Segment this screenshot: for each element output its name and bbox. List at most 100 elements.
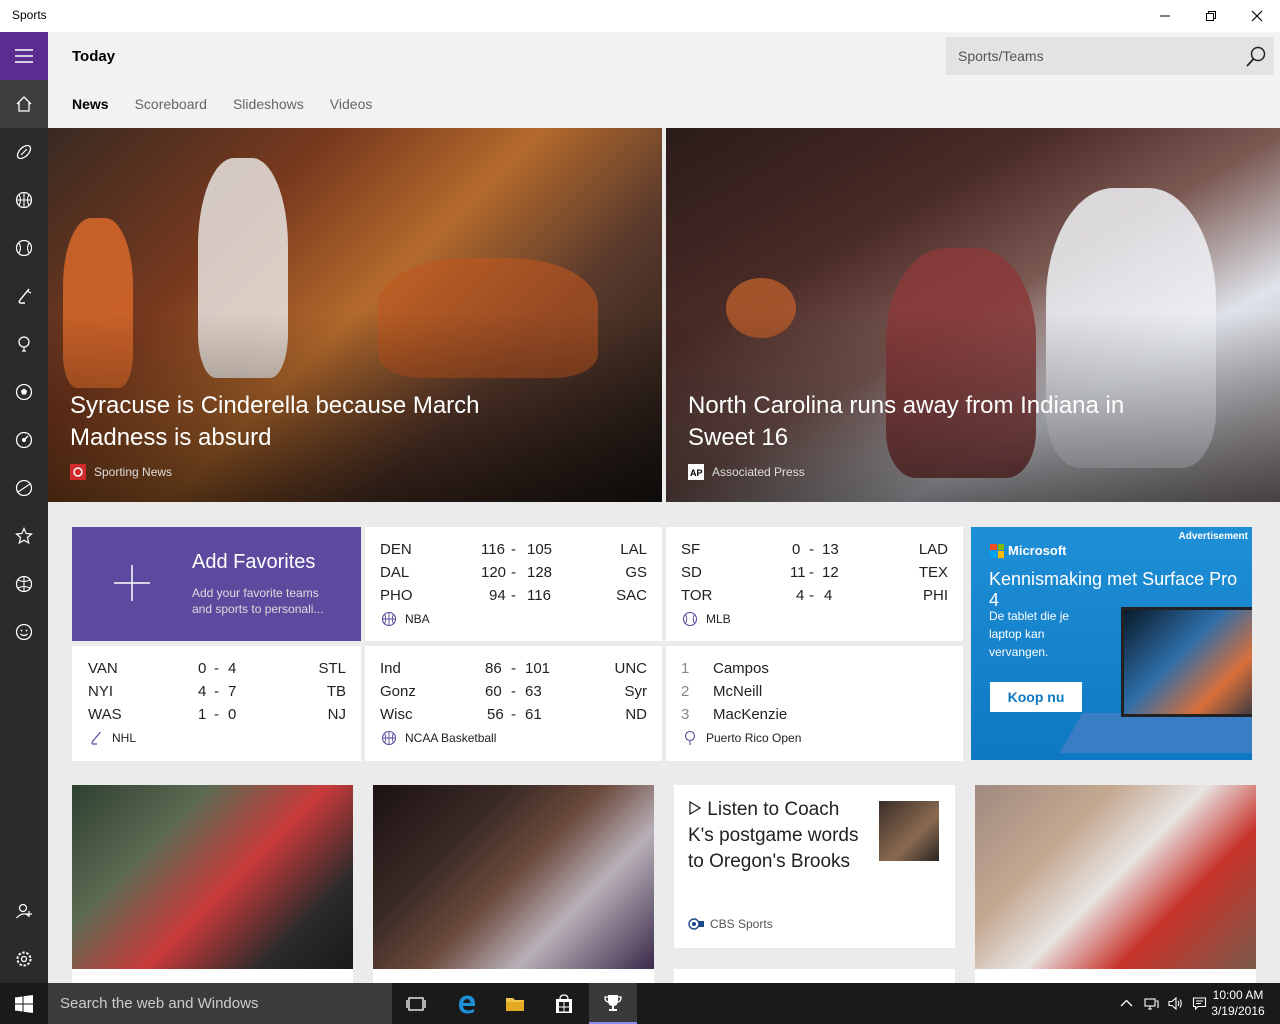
restore-button[interactable] <box>1188 0 1234 32</box>
video-source: CBS Sports <box>688 917 773 931</box>
svg-text:AP: AP <box>690 468 703 478</box>
nav-basketball[interactable] <box>0 176 48 224</box>
microsoft-logo: Microsoft <box>990 543 1067 558</box>
menu-button[interactable] <box>0 32 48 80</box>
hero-story-2[interactable]: North Carolina runs away from Indiana in… <box>666 128 1280 502</box>
basketball-icon <box>15 191 33 209</box>
clock-date: 3/19/2016 <box>1211 1004 1265 1018</box>
close-button[interactable] <box>1234 0 1280 32</box>
score-row: PHO 94 - 116 SAC <box>380 587 647 604</box>
hockey-icon <box>18 288 32 304</box>
file-explorer-button[interactable] <box>491 983 539 1024</box>
tab-scoreboard[interactable]: Scoreboard <box>135 96 207 112</box>
nav-racing[interactable] <box>0 416 48 464</box>
baseball-icon <box>15 239 33 257</box>
ad-cta-button[interactable]: Koop nu <box>990 682 1082 712</box>
add-favorites-tile[interactable]: Add Favorites Add your favorite teams an… <box>72 527 361 641</box>
system-clock[interactable]: 10:00 AM 3/19/2016 <box>1206 987 1270 1019</box>
nba-scores-tile[interactable]: DEN 116 - 105 LAL DAL 120 - 128 GS PHO 9… <box>365 527 662 641</box>
menu-icon <box>15 49 33 63</box>
video-story-card[interactable]: Listen to Coach K's postgame words to Or… <box>674 785 955 948</box>
nav-account[interactable] <box>0 887 48 935</box>
score-row: SF 0 - 13 LAD <box>681 541 948 558</box>
golf-icon <box>684 730 696 745</box>
add-favorites-title: Add Favorites <box>192 551 316 573</box>
story-card-1[interactable] <box>72 785 353 983</box>
story-4-image <box>975 785 1256 969</box>
mlb-scores-tile[interactable]: SF 0 - 13 LAD SD 11 - 12 TEX TOR 4 - 4 P… <box>666 527 963 641</box>
story-card-partial[interactable] <box>674 969 955 983</box>
ad-keyboard-image <box>1059 713 1252 753</box>
microsoft-logo-icon <box>990 543 1004 558</box>
page-header: Today News Scoreboard Slideshows Videos <box>48 32 1280 128</box>
tab-videos[interactable]: Videos <box>330 96 373 112</box>
nav-fantasy[interactable] <box>0 608 48 656</box>
settings-icon <box>16 951 32 967</box>
nav-hockey[interactable] <box>0 272 48 320</box>
nav-college-basketball[interactable] <box>0 560 48 608</box>
tab-slideshows[interactable]: Slideshows <box>233 96 304 112</box>
hero-story-1[interactable]: Syracuse is Cinderella because March Mad… <box>48 128 662 502</box>
nhl-scores-tile[interactable]: VAN 0 - 4 STL NYI 4 - 7 TB WAS 1 - 0 NJ … <box>72 646 361 761</box>
league-label: Puerto Rico Open <box>682 730 801 746</box>
plus-icon <box>114 565 150 601</box>
folder-icon <box>506 997 524 1011</box>
task-view-button[interactable] <box>392 983 440 1024</box>
hero-1-title: Syracuse is Cinderella because March Mad… <box>70 392 480 451</box>
nav-golf[interactable] <box>0 320 48 368</box>
nav-home[interactable] <box>0 80 48 128</box>
associated-press-logo-icon: AP <box>688 464 704 480</box>
tab-news[interactable]: News <box>72 96 109 112</box>
edge-icon <box>459 995 476 1013</box>
nav-settings[interactable] <box>0 935 48 983</box>
minimize-button[interactable] <box>1142 0 1188 32</box>
advertisement-tile[interactable]: Advertisement Microsoft Kennismaking met… <box>971 527 1252 760</box>
nav-football[interactable] <box>0 128 48 176</box>
score-row: SD 11 - 12 TEX <box>681 564 948 581</box>
hero-1-source: Sporting News <box>70 464 172 480</box>
college-basketball-icon <box>15 575 33 593</box>
play-icon <box>689 800 702 816</box>
golf-icon <box>18 336 30 352</box>
hero-2-source: AP Associated Press <box>688 464 805 480</box>
tab-bar: News Scoreboard Slideshows Videos <box>72 96 372 112</box>
ncaa-scores-tile[interactable]: Ind 86 - 101 UNC Gonz 60 - 63 Syr Wisc 5… <box>365 646 662 761</box>
video-thumbnail <box>879 801 939 861</box>
baseball-icon <box>682 611 698 627</box>
league-label: NCAA Basketball <box>381 730 496 746</box>
leader-row: 2 McNeill <box>681 683 763 700</box>
nav-tennis[interactable] <box>0 464 48 512</box>
add-favorites-description: Add your favorite teams and sports to pe… <box>192 586 324 616</box>
edge-button[interactable] <box>443 983 491 1024</box>
college-basketball-icon <box>381 730 397 746</box>
league-label: NHL <box>88 730 136 746</box>
racing-icon <box>15 431 33 449</box>
cbs-sports-logo-icon <box>688 918 704 930</box>
story-card-2[interactable] <box>373 785 654 983</box>
search-input[interactable] <box>946 37 1236 75</box>
nav-rail <box>0 32 48 983</box>
sports-app-button[interactable] <box>589 983 637 1024</box>
search-button[interactable] <box>1244 45 1268 69</box>
ad-brand: Microsoft <box>1008 543 1067 558</box>
story-card-4[interactable] <box>975 785 1256 983</box>
main-content: Today News Scoreboard Slideshows Videos … <box>48 32 1280 983</box>
golf-leaderboard-tile[interactable]: 1 Campos 2 McNeill 3 MacKenzie Puerto Ri… <box>666 646 963 761</box>
show-hidden-icons-button[interactable] <box>1114 983 1138 1024</box>
start-button[interactable] <box>0 983 48 1024</box>
nav-baseball[interactable] <box>0 224 48 272</box>
taskbar-search-input[interactable] <box>48 983 392 1024</box>
score-row: VAN 0 - 4 STL <box>88 660 346 677</box>
nav-favorites[interactable] <box>0 512 48 560</box>
network-icon <box>1143 998 1159 1010</box>
store-button[interactable] <box>540 983 588 1024</box>
volume-button[interactable] <box>1163 983 1187 1024</box>
hero-1-source-name: Sporting News <box>94 465 173 479</box>
leader-row: 1 Campos <box>681 660 769 677</box>
nav-soccer[interactable] <box>0 368 48 416</box>
close-icon <box>1251 10 1263 22</box>
network-button[interactable] <box>1139 983 1163 1024</box>
account-icon <box>16 903 32 919</box>
video-title: Listen to Coach K's postgame words to Or… <box>688 799 859 872</box>
score-row: WAS 1 - 0 NJ <box>88 706 346 723</box>
